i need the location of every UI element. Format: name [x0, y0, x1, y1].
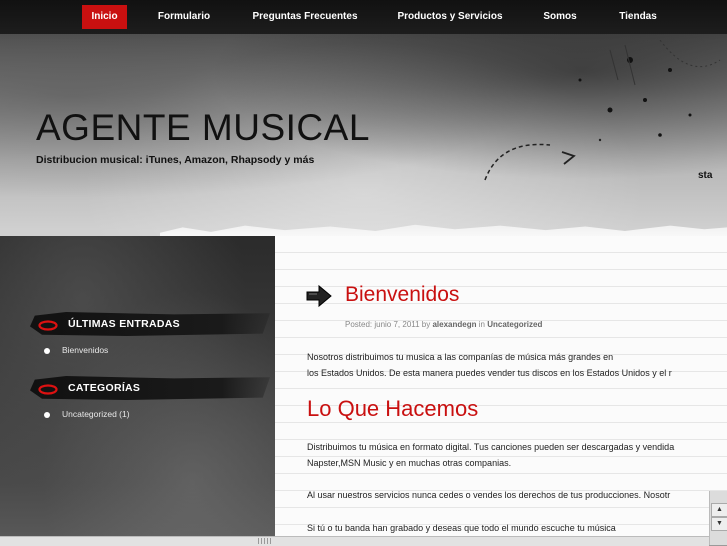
vertical-scrollbar[interactable]: ▲ ▼ — [709, 491, 727, 545]
main-content: Bienvenidos Posted: junio 7, 2011 by ale… — [275, 236, 727, 545]
site-tagline: Distribucion musical: iTunes, Amazon, Rh… — [36, 154, 315, 166]
decorative-splatter — [484, 40, 721, 181]
section-title: Lo Que Hacemos — [307, 396, 479, 421]
intro-line-1: Nosotros distribuimos tu musica a las co… — [307, 352, 614, 362]
post-author[interactable]: alexandegn — [432, 320, 476, 329]
para3: Si tú o tu banda han grabado y deseas qu… — [307, 523, 616, 533]
scroll-down-icon[interactable]: ▼ — [711, 517, 727, 531]
nav-item-inicio[interactable]: Inicio — [82, 5, 127, 29]
nav-item-tiendas[interactable]: Tiendas — [610, 5, 666, 29]
nav-item-formulario[interactable]: Formulario — [150, 5, 218, 29]
post-title[interactable]: Bienvenidos — [345, 283, 459, 307]
widget-title-categorias: CATEGORÍAS — [68, 382, 141, 394]
arrow-right-icon — [306, 284, 332, 308]
post-category[interactable]: Uncategorized — [487, 320, 542, 329]
para2: Al usar nuestros servicios nunca cedes o… — [307, 490, 671, 500]
post-meta: Posted: junio 7, 2011 by alexandegn in U… — [345, 320, 542, 329]
bullet-icon — [44, 348, 50, 354]
header-edge-text: sta — [698, 170, 713, 181]
post-meta-in: in — [478, 320, 485, 329]
widget-header-categorias — [30, 376, 270, 400]
scroll-up-icon[interactable]: ▲ — [711, 503, 727, 517]
para1-line-2: Napster,MSN Music y en muchas otras comp… — [307, 458, 512, 468]
sidebar-link-uncategorized[interactable]: Uncategorized (1) — [62, 409, 130, 419]
main-nav: Inicio Formulario Preguntas Frecuentes P… — [0, 0, 727, 34]
bullet-icon — [44, 412, 50, 418]
nav-item-preguntas-frecuentes[interactable]: Preguntas Frecuentes — [244, 5, 366, 29]
para1-line-1: Distribuimos tu música en formato digita… — [307, 442, 675, 452]
sidebar-link-bienvenidos[interactable]: Bienvenidos — [62, 345, 108, 355]
widget-title-ultimas-entradas: ÚLTIMAS ENTRADAS — [68, 318, 180, 330]
nav-item-productos-servicios[interactable]: Productos y Servicios — [390, 5, 510, 29]
red-ring-icon — [38, 384, 58, 395]
scroll-grip[interactable] — [258, 538, 272, 544]
site-title[interactable]: AGENTE MUSICAL — [36, 107, 370, 149]
red-ring-icon — [38, 320, 58, 331]
intro-line-2: los Estados Unidos. De esta manera puede… — [307, 368, 672, 378]
nav-item-somos[interactable]: Somos — [535, 5, 585, 29]
post-meta-prefix: Posted: junio 7, 2011 by — [345, 320, 431, 329]
